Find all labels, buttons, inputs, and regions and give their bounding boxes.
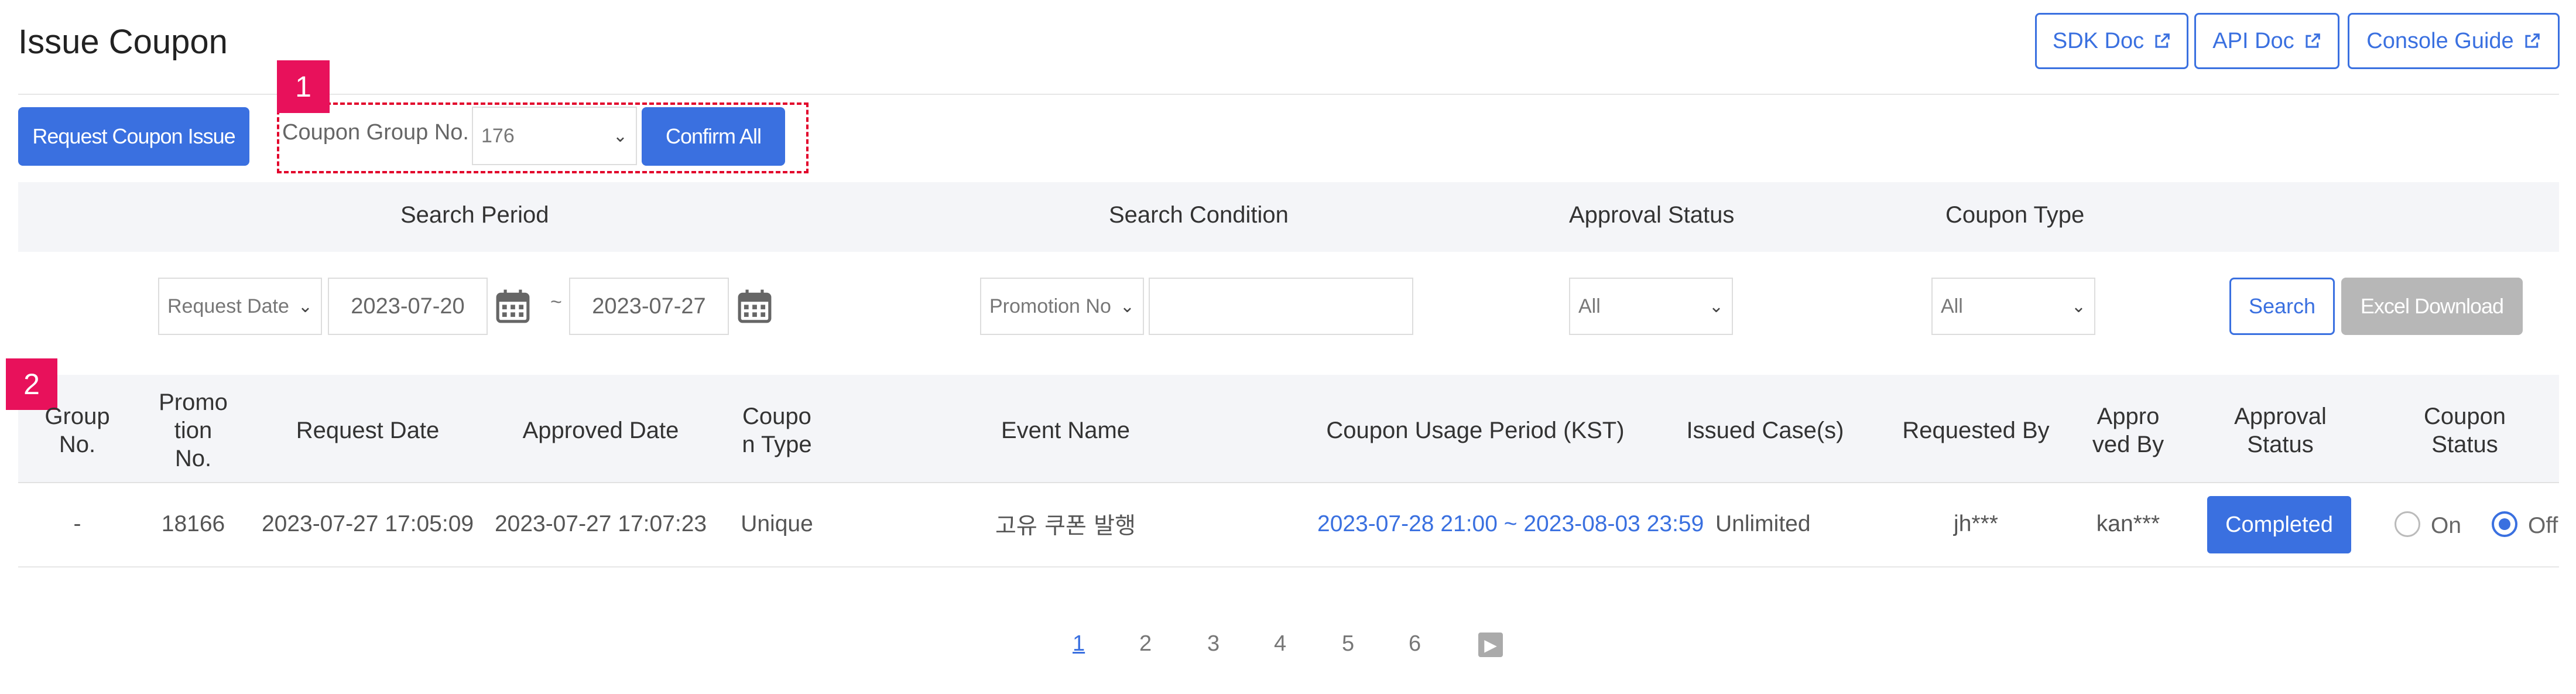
coupon-type-select[interactable]: All ⌄ — [1931, 278, 2095, 335]
date-range-separator: ~ — [550, 291, 562, 313]
api-doc-label: API Doc — [2212, 28, 2294, 53]
cell-requested-by: jh*** — [1954, 511, 1998, 536]
cell-issued-cases: Unlimited — [1715, 511, 1811, 536]
page-5-link[interactable]: 5 — [1342, 631, 1354, 657]
date-from-input[interactable]: 2023-07-20 — [328, 278, 488, 335]
excel-download-button[interactable]: Excel Download — [2341, 278, 2523, 335]
approval-status-label: Approval Status — [1569, 202, 1735, 228]
th-group-no: Group No. — [44, 404, 110, 457]
th-coupon-type: Coupo n Type — [742, 404, 812, 457]
external-link-icon — [2155, 33, 2170, 48]
approval-status-select[interactable]: All ⌄ — [1569, 278, 1733, 335]
cell-usage-period[interactable]: 2023-07-28 21:00 ~ 2023-08-03 23:59 — [1317, 507, 1710, 542]
calendar-icon[interactable] — [495, 288, 531, 324]
th-usage-period: Coupon Usage Period (KST) — [1326, 418, 1625, 443]
cell-coupon-type: Unique — [741, 511, 813, 536]
th-issued-cases: Issued Case(s) — [1686, 418, 1844, 443]
chevron-right-icon[interactable]: ▶ — [1478, 633, 1503, 657]
coupon-group-select[interactable]: 176 ⌄ — [472, 107, 637, 165]
coupon-status-off-radio[interactable] — [2492, 511, 2517, 537]
search-header — [18, 182, 2559, 252]
api-doc-button[interactable]: API Doc — [2194, 13, 2339, 69]
page-6-link[interactable]: 6 — [1409, 631, 1421, 657]
search-condition-label: Search Condition — [1109, 202, 1289, 228]
table-row: - 18166 2023-07-27 17:05:09 2023-07-27 1… — [0, 0, 2576, 553]
cell-approved-date: 2023-07-27 17:07:23 — [494, 511, 707, 536]
page-4-link[interactable]: 4 — [1274, 631, 1286, 657]
coupon-group-value: 176 — [481, 124, 515, 147]
cell-promotion-no: 18166 — [161, 511, 225, 536]
sdk-doc-label: SDK Doc — [2052, 28, 2145, 53]
chevron-down-icon: ⌄ — [612, 126, 628, 146]
date-type-value: Request Date — [167, 295, 289, 317]
th-request-date: Request Date — [296, 418, 440, 443]
chevron-down-icon: ⌄ — [297, 296, 313, 316]
calendar-icon[interactable] — [737, 288, 773, 324]
chevron-down-icon: ⌄ — [1708, 296, 1724, 316]
page-2-link[interactable]: 2 — [1139, 631, 1152, 657]
chevron-down-icon: ⌄ — [2071, 296, 2086, 316]
th-promotion-no: Promo tion No. — [159, 389, 228, 471]
header-divider — [18, 94, 2559, 95]
approval-status-value: All — [1578, 295, 1601, 317]
coupon-status-on-radio[interactable] — [2395, 511, 2420, 537]
coupon-type-value: All — [1941, 295, 1963, 317]
th-coupon-status: Coupon Status — [2423, 404, 2506, 457]
coupon-status-off-label: Off — [2528, 513, 2558, 538]
console-guide-label: Console Guide — [2366, 28, 2514, 53]
th-approved-date: Approved Date — [522, 418, 679, 443]
external-link-icon — [2306, 33, 2320, 48]
page-title: Issue Coupon — [18, 23, 228, 61]
cell-approved-by: kan*** — [2096, 511, 2160, 536]
date-to-input[interactable]: 2023-07-27 — [569, 278, 729, 335]
search-button[interactable]: Search — [2229, 278, 2335, 335]
search-condition-value: Promotion No — [989, 295, 1111, 317]
sdk-doc-button[interactable]: SDK Doc — [2035, 13, 2188, 69]
search-condition-input[interactable] — [1149, 278, 1413, 335]
console-guide-button[interactable]: Console Guide — [2348, 13, 2560, 69]
search-period-label: Search Period — [400, 202, 549, 228]
coupon-status-on-label: On — [2431, 513, 2462, 538]
date-type-select[interactable]: Request Date ⌄ — [158, 278, 322, 335]
completed-status-button[interactable]: Completed — [2207, 496, 2351, 553]
annotation-badge-1: 1 — [277, 60, 330, 113]
cell-event-name: 고유 쿠폰 발행 — [995, 513, 1136, 539]
request-coupon-issue-button[interactable]: Request Coupon Issue — [18, 107, 249, 166]
confirm-all-button[interactable]: Confirm All — [642, 107, 785, 166]
coupon-type-label: Coupon Type — [1945, 202, 2085, 228]
th-approval-status: Approval Status — [2234, 404, 2327, 457]
cell-request-date: 2023-07-27 17:05:09 — [261, 511, 474, 536]
row-divider — [18, 566, 2559, 567]
page-3-link[interactable]: 3 — [1207, 631, 1220, 657]
search-condition-select[interactable]: Promotion No ⌄ — [980, 278, 1144, 335]
th-approved-by: Appro ved By — [2092, 404, 2164, 457]
th-event-name: Event Name — [1001, 418, 1131, 443]
page-1-link[interactable]: 1 — [1073, 631, 1085, 657]
coupon-group-label: Coupon Group No. — [282, 120, 469, 145]
th-requested-by: Requested By — [1902, 418, 2050, 443]
chevron-down-icon: ⌄ — [1119, 296, 1135, 316]
cell-group-no: - — [73, 511, 81, 536]
external-link-icon — [2525, 33, 2540, 48]
